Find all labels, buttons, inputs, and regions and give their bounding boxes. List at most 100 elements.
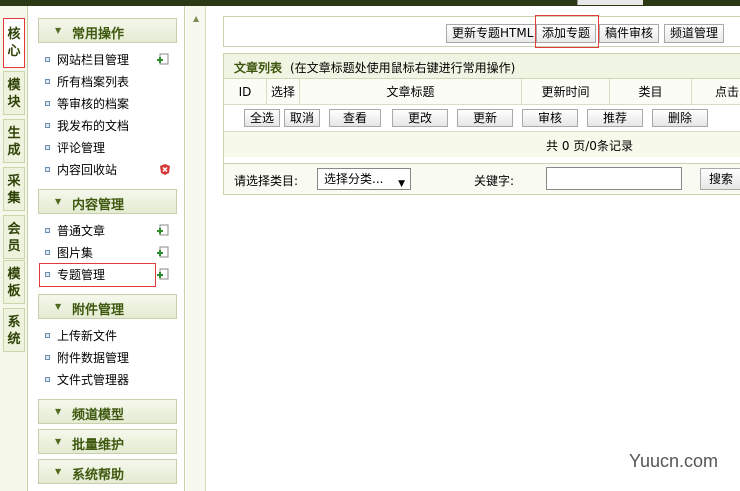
- column-category[interactable]: 类目: [609, 79, 691, 105]
- menu-group-channel-model[interactable]: ▼ 频道模型: [38, 399, 177, 424]
- menu-item-image-set[interactable]: 图片集: [43, 243, 173, 263]
- menu-item-label: 专题管理: [57, 268, 106, 282]
- category-select-value: 选择分类...: [324, 172, 384, 186]
- menu-splitter[interactable]: ▲: [186, 6, 206, 491]
- article-list: 文章列表 (在文章标题处使用鼠标右键进行常用操作) ID 选择 文章标题 更新时…: [223, 53, 740, 176]
- review-action-button[interactable]: 审核: [522, 109, 578, 127]
- menu-item-label: 文件式管理器: [57, 373, 130, 387]
- column-update-time[interactable]: 更新时间: [521, 79, 609, 105]
- menu-item-label: 附件数据管理: [57, 351, 130, 365]
- menu-item-label: 内容回收站: [57, 163, 118, 177]
- top-search-box[interactable]: [577, 0, 643, 5]
- delete-icon[interactable]: [159, 163, 171, 176]
- tab-system[interactable]: 系统: [3, 308, 25, 352]
- menu-item-label: 我发布的文档: [57, 119, 130, 133]
- update-button[interactable]: 更新: [457, 109, 513, 127]
- menu-item-all-archives[interactable]: 所有档案列表: [43, 72, 173, 92]
- bullet-icon: [45, 167, 50, 172]
- tab-core[interactable]: 核心: [3, 18, 25, 68]
- column-id[interactable]: ID: [224, 79, 266, 105]
- menu-group-title: 批量维护: [72, 438, 125, 453]
- recommend-button[interactable]: 推荐: [587, 109, 643, 127]
- bullet-icon: [45, 79, 50, 84]
- menu-group-title: 频道模型: [72, 408, 125, 423]
- tab-template[interactable]: 模板: [3, 260, 25, 304]
- select-all-button[interactable]: 全选: [244, 109, 280, 127]
- bullet-icon: [45, 145, 50, 150]
- menu-item-label: 评论管理: [57, 141, 106, 155]
- cancel-button[interactable]: 取消: [284, 109, 320, 127]
- menu-item-attachment-data[interactable]: 附件数据管理: [43, 348, 173, 368]
- search-bar: 请选择类目: 选择分类... ▼ 关键字: 搜索: [223, 163, 740, 195]
- channel-manage-button[interactable]: 频道管理: [664, 24, 725, 43]
- article-list-header: 文章列表 (在文章标题处使用鼠标右键进行常用操作): [224, 54, 740, 79]
- expand-arrow-icon: ▼: [55, 437, 62, 446]
- bullet-icon: [45, 123, 50, 128]
- menu-item-label: 网站栏目管理: [57, 53, 130, 67]
- menu-item-upload-file[interactable]: 上传新文件: [43, 326, 173, 346]
- update-html-button[interactable]: 更新专题HTML: [446, 24, 540, 43]
- menu-item-recycle-bin[interactable]: 内容回收站: [43, 160, 173, 180]
- chevron-down-icon: ▼: [398, 179, 405, 189]
- bullet-icon: [45, 101, 50, 106]
- pagination-row: 共 0 页/0条记录: [224, 132, 740, 157]
- expand-arrow-icon: ▼: [55, 197, 62, 206]
- keyword-label: 关键字:: [474, 174, 515, 188]
- add-icon[interactable]: [156, 246, 169, 258]
- category-select[interactable]: 选择分类... ▼: [317, 168, 411, 190]
- view-button[interactable]: 查看: [329, 109, 381, 127]
- tab-collect-label: 采集: [7, 174, 21, 206]
- menu-item-label: 所有档案列表: [57, 75, 130, 89]
- tab-generate[interactable]: 生成: [3, 119, 25, 163]
- search-button[interactable]: 搜索: [700, 168, 740, 190]
- tab-core-label: 核心: [7, 27, 21, 59]
- menu-item-channel-manage[interactable]: 网站栏目管理: [43, 50, 173, 70]
- add-topic-button[interactable]: 添加专题: [536, 24, 597, 43]
- menu-group-common[interactable]: ▼ 常用操作: [38, 18, 177, 43]
- keyword-input[interactable]: [546, 167, 682, 190]
- tab-system-label: 系统: [7, 315, 21, 347]
- tab-template-label: 模板: [7, 267, 21, 299]
- bullet-icon: [45, 57, 50, 62]
- menu-item-label: 上传新文件: [57, 329, 118, 343]
- add-icon[interactable]: [156, 53, 169, 65]
- menu-item-label: 等审核的档案: [57, 97, 130, 111]
- delete-button[interactable]: 删除: [652, 109, 708, 127]
- menu-item-file-manager[interactable]: 文件式管理器: [43, 370, 173, 390]
- menu-item-label: 图片集: [57, 246, 94, 260]
- menu-group-content[interactable]: ▼ 内容管理: [38, 189, 177, 214]
- menu-group-attachment[interactable]: ▼ 附件管理: [38, 294, 177, 319]
- article-list-title: 文章列表: [234, 61, 283, 75]
- menu-group-title: 系统帮助: [72, 468, 125, 483]
- collapse-arrow-icon[interactable]: ▲: [193, 14, 199, 23]
- menu-item-normal-article[interactable]: 普通文章: [43, 221, 173, 241]
- sidebar-menu: ▼ 常用操作 网站栏目管理 所有档案列表 等审核的档案 我发布的文档 评论管理 …: [28, 6, 185, 491]
- menu-item-my-documents[interactable]: 我发布的文档: [43, 116, 173, 136]
- menu-group-help[interactable]: ▼ 系统帮助: [38, 459, 177, 484]
- menu-item-pending-archives[interactable]: 等审核的档案: [43, 94, 173, 114]
- tab-member[interactable]: 会员: [3, 215, 25, 259]
- review-button[interactable]: 稿件审核: [599, 24, 660, 43]
- tab-member-label: 会员: [7, 222, 21, 254]
- menu-item-comments[interactable]: 评论管理: [43, 138, 173, 158]
- menu-group-title: 内容管理: [72, 198, 125, 213]
- menu-group-batch[interactable]: ▼ 批量维护: [38, 429, 177, 454]
- column-select[interactable]: 选择: [266, 79, 299, 105]
- watermark-text: Yuucn.com: [629, 451, 719, 471]
- menu-item-topic-manage[interactable]: 专题管理: [43, 265, 173, 285]
- tab-collect[interactable]: 采集: [3, 167, 25, 211]
- column-clicks[interactable]: 点击: [691, 79, 740, 105]
- tab-generate-label: 生成: [7, 126, 21, 158]
- article-list-hint: (在文章标题处使用鼠标右键进行常用操作): [290, 61, 516, 75]
- add-icon[interactable]: [156, 268, 169, 280]
- batch-action-row: 全选 取消 查看 更改 更新 审核 推荐 删除: [224, 105, 740, 132]
- tab-module[interactable]: 模块: [3, 71, 25, 115]
- expand-arrow-icon: ▼: [55, 302, 62, 311]
- pagination-info: 共 0 页/0条记录: [546, 139, 633, 153]
- tab-module-label: 模块: [7, 78, 21, 110]
- edit-button[interactable]: 更改: [392, 109, 448, 127]
- add-icon[interactable]: [156, 224, 169, 236]
- column-title[interactable]: 文章标题: [299, 79, 521, 105]
- menu-item-label: 普通文章: [57, 224, 106, 238]
- topic-toolbar: 更新专题HTML 添加专题 稿件审核 频道管理: [223, 15, 740, 48]
